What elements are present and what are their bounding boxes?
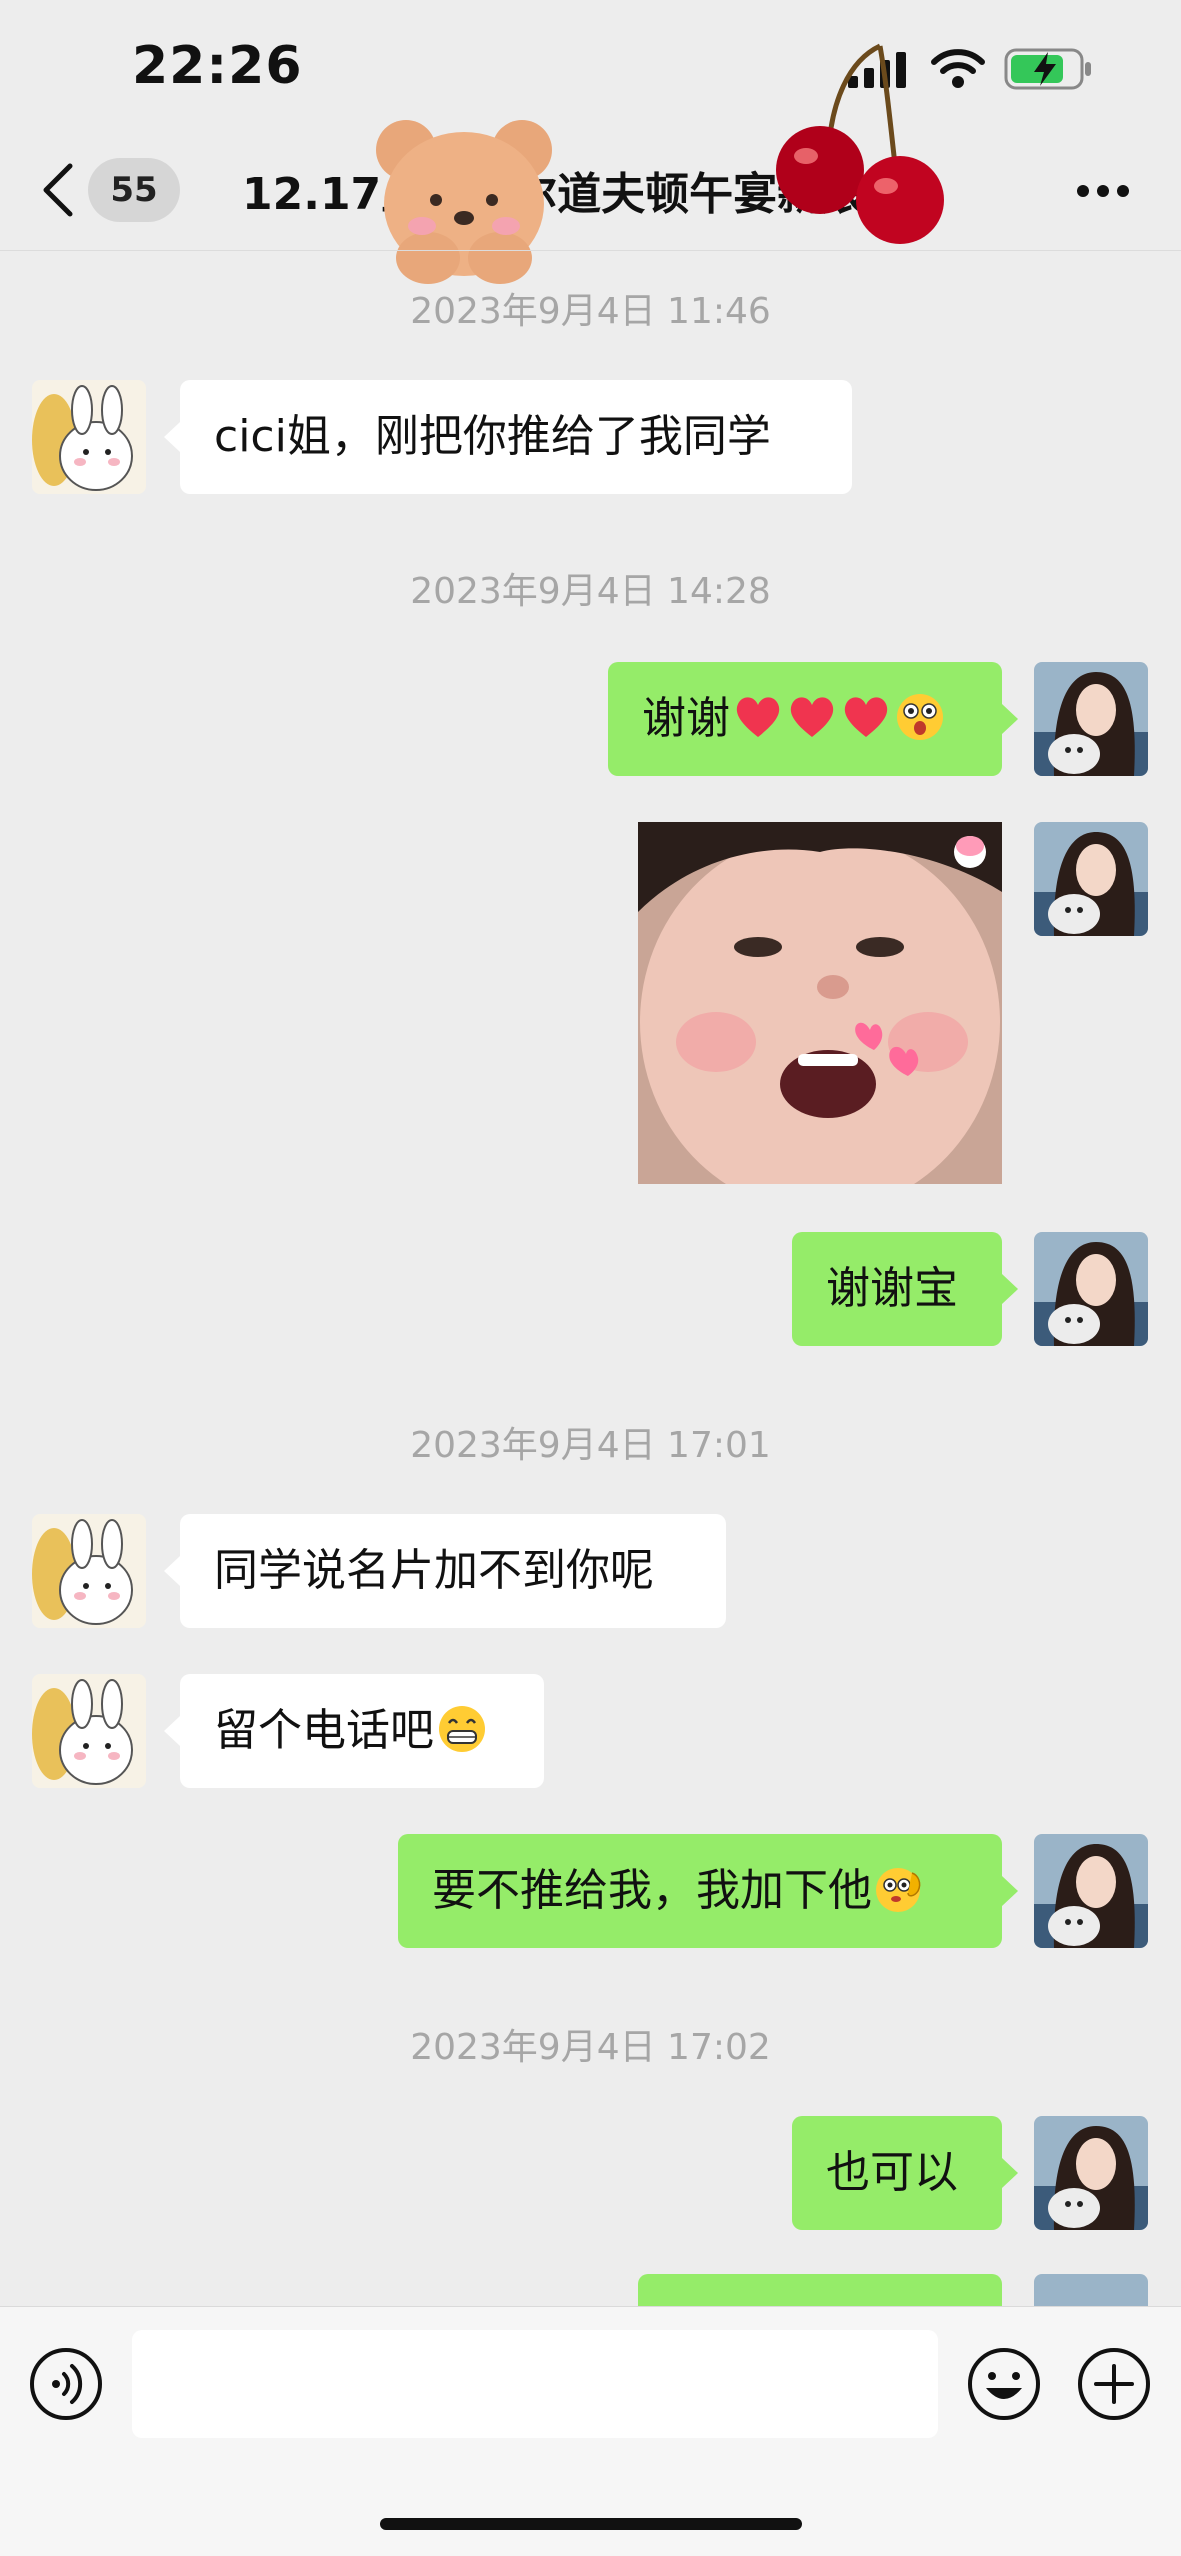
emoji-face-icon[interactable] bbox=[966, 2346, 1042, 2422]
sender-avatar[interactable] bbox=[32, 1674, 146, 1788]
timestamp: 2023年9月4日 17:02 bbox=[410, 2027, 771, 2068]
grinning-face-emoji bbox=[439, 1706, 485, 1752]
status-time: 22:26 bbox=[132, 36, 303, 96]
message-bubble-outgoing[interactable]: 谢谢宝 bbox=[792, 1232, 1018, 1346]
bear-sticker-icon bbox=[376, 120, 552, 284]
message-input[interactable] bbox=[132, 2330, 938, 2438]
my-avatar[interactable] bbox=[1034, 1232, 1148, 1346]
message-text: 同学说名片加不到你呢 bbox=[214, 1545, 654, 1596]
surprised-face-emoji bbox=[897, 694, 943, 740]
message-bubble-incoming[interactable]: 同学说名片加不到你呢 bbox=[164, 1514, 726, 1628]
message-bubble-outgoing[interactable]: 要不推给我，我加下他 bbox=[398, 1834, 1018, 1948]
my-avatar[interactable] bbox=[1034, 2116, 1148, 2230]
sender-avatar[interactable] bbox=[32, 1514, 146, 1628]
message-text: 谢谢宝 bbox=[826, 1263, 958, 1314]
my-avatar[interactable] bbox=[1034, 822, 1148, 936]
message-bubble-outgoing[interactable]: 也可以 bbox=[792, 2116, 1018, 2230]
heart-emoji bbox=[790, 697, 834, 737]
more-dots-icon[interactable] bbox=[1076, 184, 1130, 198]
message-text: 也可以 bbox=[826, 2147, 958, 2198]
message-bubble-incoming[interactable]: 留个电话吧 bbox=[164, 1674, 544, 1788]
sender-avatar[interactable] bbox=[32, 380, 146, 494]
my-avatar[interactable] bbox=[1034, 1834, 1148, 1948]
ok-hand-face-emoji bbox=[876, 1868, 921, 1912]
timestamp: 2023年9月4日 14:28 bbox=[410, 571, 771, 612]
timestamp: 2023年9月4日 17:01 bbox=[410, 1425, 771, 1466]
heart-emoji bbox=[844, 697, 888, 737]
message-text: 要不推给我，我加下他 bbox=[432, 1865, 872, 1916]
message-bubble-incoming[interactable]: cici姐，刚把你推给了我同学 bbox=[164, 380, 852, 494]
battery-charging-icon bbox=[1004, 48, 1091, 90]
timestamp: 2023年9月4日 11:46 bbox=[410, 291, 771, 332]
my-avatar[interactable] bbox=[1034, 662, 1148, 776]
cherry-sticker-icon bbox=[776, 43, 944, 244]
unread-count-badge[interactable]: 55 bbox=[88, 158, 180, 222]
baby-face-sticker[interactable] bbox=[638, 822, 1002, 1184]
message-bubble-outgoing[interactable]: 谢谢 bbox=[608, 662, 1018, 776]
home-indicator bbox=[380, 2518, 802, 2530]
voice-icon[interactable] bbox=[28, 2346, 104, 2422]
heart-emoji bbox=[736, 697, 780, 737]
message-text: cici姐，刚把你推给了我同学 bbox=[214, 411, 771, 462]
message-text: 留个电话吧 bbox=[214, 1705, 434, 1756]
plus-icon[interactable] bbox=[1076, 2346, 1152, 2422]
chevron-left-icon[interactable] bbox=[38, 160, 78, 220]
nav-divider bbox=[0, 250, 1181, 251]
message-text: 谢谢 bbox=[642, 693, 730, 744]
